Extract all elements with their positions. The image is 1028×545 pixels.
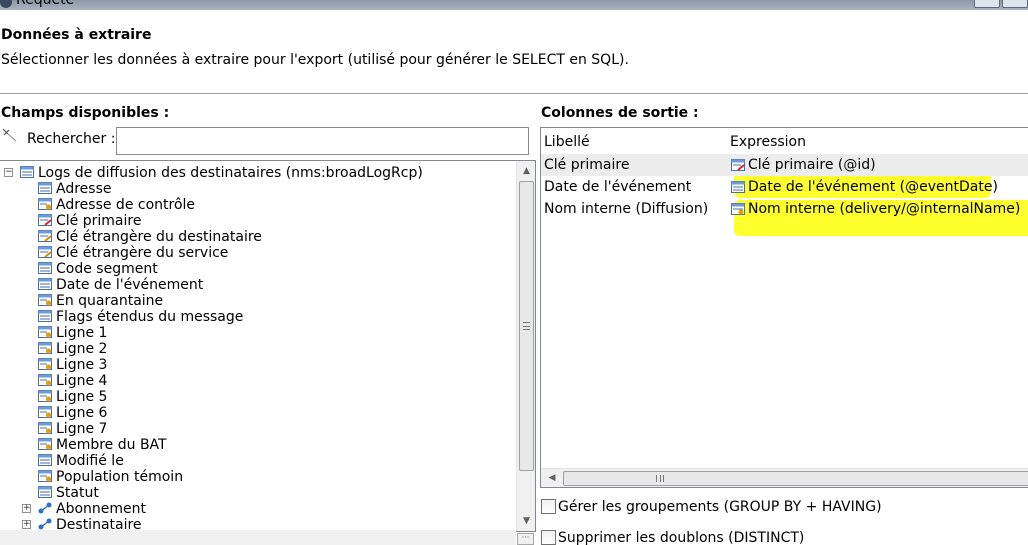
- field-gear-icon: [38, 374, 52, 386]
- tree-item-label: Ligne 5: [56, 389, 108, 405]
- tree-item-label: Clé étrangère du service: [56, 245, 229, 261]
- tree-item-label: Flags étendus du message: [56, 309, 244, 325]
- row-expression: Nom interne (delivery/@internalName): [748, 201, 1021, 217]
- scroll-thumb[interactable]: [563, 471, 1028, 486]
- tree-bottom-strip: [0, 530, 516, 545]
- table-row[interactable]: Nom interne (Diffusion) Nom interne (del…: [541, 198, 1028, 220]
- more-options-icon[interactable]: ···: [517, 533, 534, 545]
- field-gear-icon: [38, 390, 52, 402]
- tree-item-label: Ligne 7: [56, 421, 108, 437]
- row-label: Date de l'événement: [544, 179, 692, 195]
- row-expression: Date de l'événement (@eventDate): [748, 179, 998, 195]
- tree-item-label: Population témoin: [56, 469, 184, 485]
- field-gear-icon: [38, 470, 52, 482]
- primary-key-icon: [38, 214, 52, 226]
- output-columns-grid[interactable]: Libellé Expression Clé primaire Clé prim…: [540, 127, 1028, 488]
- tree-item-label: Ligne 1: [56, 325, 108, 341]
- foreign-key-icon: [38, 230, 52, 242]
- field-gear-icon: [38, 198, 52, 210]
- tree-item-label: Code segment: [56, 261, 158, 277]
- link-icon: [38, 518, 52, 530]
- foreign-key-icon: [38, 246, 52, 258]
- tree-item-label: Abonnement: [56, 501, 147, 517]
- column-header-label[interactable]: Libellé: [544, 134, 590, 150]
- field-gear-icon: [38, 294, 52, 306]
- search-label: Rechercher :: [27, 131, 116, 147]
- distinct-label: Supprimer les doublons (DISTINCT): [558, 530, 805, 545]
- tree-root-label: Logs de diffusion des destinataires (nms…: [38, 165, 423, 181]
- field-icon: [38, 262, 52, 274]
- field-icon: [38, 486, 52, 498]
- minimize-button[interactable]: [974, 0, 1000, 8]
- output-columns-label: Colonnes de sortie :: [541, 105, 699, 121]
- tree-item-label: Ligne 2: [56, 341, 108, 357]
- page-title: Données à extraire: [1, 27, 152, 43]
- search-input[interactable]: [116, 127, 529, 155]
- search-filter-icon: [2, 128, 17, 142]
- field-icon: [38, 182, 52, 194]
- field-icon: [731, 181, 745, 193]
- tree-item-label: Modifié le: [56, 453, 124, 469]
- group-by-label: Gérer les groupements (GROUP BY + HAVING…: [558, 499, 882, 515]
- field-icon: [38, 278, 52, 290]
- available-fields-tree[interactable]: − Logs de diffusion des destinataires (n…: [0, 160, 536, 532]
- title-bar: Requête: [0, 0, 1028, 10]
- primary-key-icon: [731, 159, 745, 171]
- window-title: Requête: [16, 0, 75, 8]
- tree-item-label: Adresse de contrôle: [56, 197, 196, 213]
- field-gear-icon: [38, 326, 52, 338]
- tree-item-label: Clé primaire: [56, 213, 142, 229]
- field-gear-icon: [38, 438, 52, 450]
- tree-item-label: Date de l'événement: [56, 277, 204, 293]
- row-expression: Clé primaire (@id): [748, 157, 876, 173]
- expand-icon[interactable]: +: [22, 504, 31, 513]
- expand-icon[interactable]: +: [22, 520, 31, 529]
- field-gear-icon: [38, 422, 52, 434]
- header-divider: [0, 93, 1028, 94]
- field-icon: [38, 310, 52, 322]
- row-label: Clé primaire: [544, 157, 630, 173]
- table-row[interactable]: Clé primaire Clé primaire (@id): [541, 154, 1028, 176]
- field-gear-icon: [38, 342, 52, 354]
- page-description: Sélectionner les données à extraire pour…: [1, 52, 629, 68]
- scroll-up-arrow-icon[interactable]: ▲: [517, 163, 535, 180]
- field-gear-icon: [38, 358, 52, 370]
- output-horizontal-scrollbar[interactable]: ◀: [541, 468, 1028, 487]
- table-row[interactable]: Date de l'événement Date de l'événement …: [541, 176, 1028, 198]
- tree-item-label: Statut: [56, 485, 99, 501]
- tree-item-label: Membre du BAT: [56, 437, 167, 453]
- scroll-thumb[interactable]: [519, 181, 534, 471]
- group-by-checkbox[interactable]: [541, 499, 556, 514]
- tree-vertical-scrollbar[interactable]: ▲ ▼: [516, 161, 535, 531]
- column-header-expression[interactable]: Expression: [730, 134, 806, 150]
- distinct-checkbox[interactable]: [541, 530, 556, 545]
- row-label: Nom interne (Diffusion): [544, 201, 709, 217]
- tree-item-label: Ligne 3: [56, 357, 108, 373]
- tree-item-label: Ligne 6: [56, 405, 108, 421]
- tree-item-label: En quarantaine: [56, 293, 164, 309]
- tree-item-label: Ligne 4: [56, 373, 108, 389]
- field-gear-icon: [38, 406, 52, 418]
- field-icon: [38, 454, 52, 466]
- collapse-icon[interactable]: −: [4, 168, 13, 177]
- scroll-down-arrow-icon[interactable]: ▼: [517, 513, 535, 530]
- tree-item-label: Adresse: [56, 181, 112, 197]
- table-icon: [20, 166, 34, 178]
- maximize-button[interactable]: [1002, 0, 1028, 8]
- app-icon: [0, 0, 12, 8]
- scroll-left-arrow-icon[interactable]: ◀: [543, 469, 561, 487]
- available-fields-label: Champs disponibles :: [1, 105, 170, 121]
- link-icon: [38, 502, 52, 514]
- field-gear-icon: [731, 203, 745, 215]
- tree-item-label: Clé étrangère du destinataire: [56, 229, 262, 245]
